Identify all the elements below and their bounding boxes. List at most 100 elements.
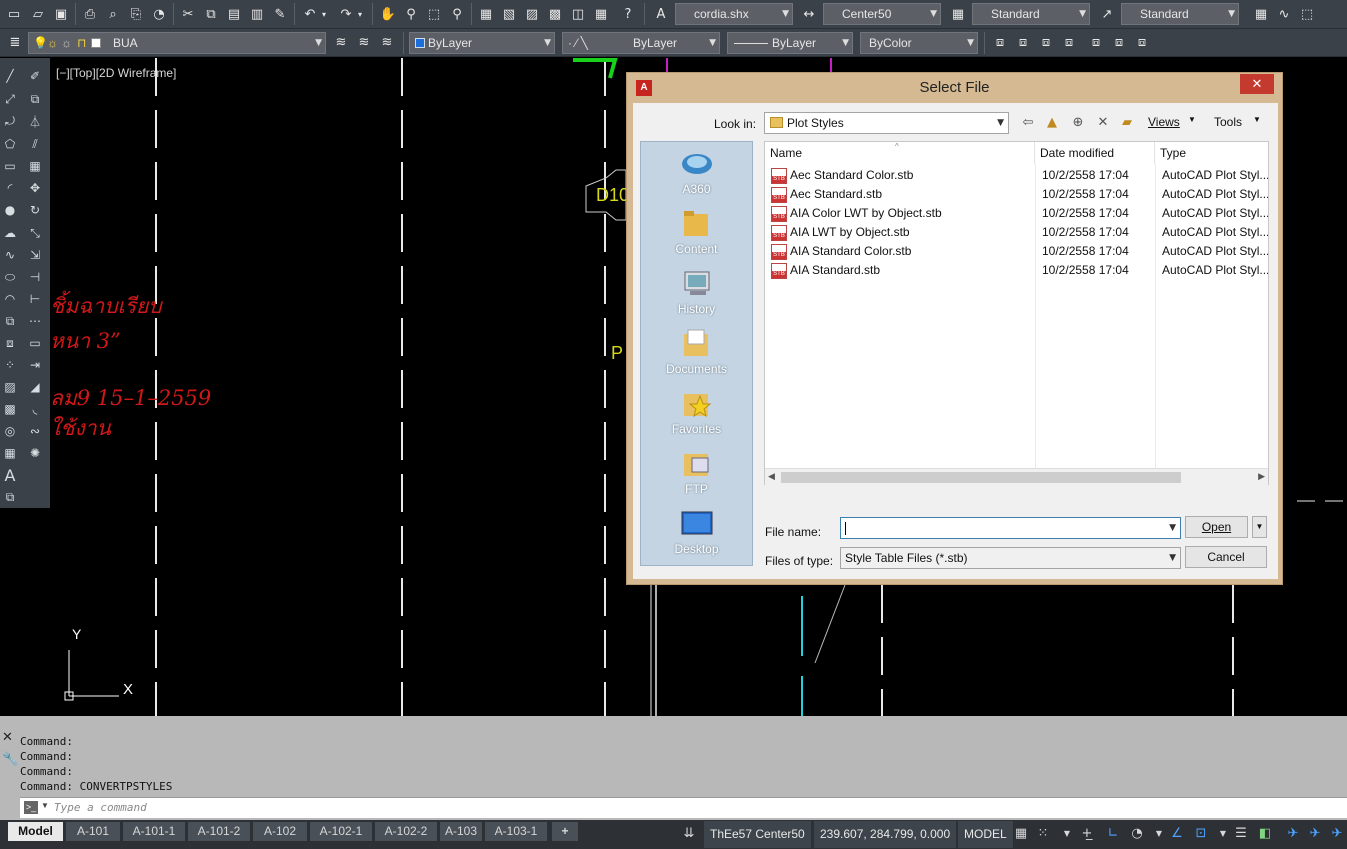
column-header-date[interactable]: Date modified [1035, 142, 1155, 164]
recent-commands-dropdown-icon[interactable]: ▼ [41, 801, 49, 810]
place-favorites[interactable]: Favorites [641, 384, 752, 442]
scrollbar-thumb[interactable] [781, 472, 1181, 483]
arc-icon[interactable]: ◜ [0, 178, 20, 198]
open-options-dropdown[interactable]: ▼ [1252, 516, 1267, 538]
copy-icon[interactable]: ⧉ [201, 4, 221, 24]
blend-curves-icon[interactable]: ∾ [25, 421, 45, 441]
spline-icon[interactable]: ∿ [0, 245, 20, 265]
layer-unisolate-icon[interactable]: ⧈ [1013, 32, 1033, 52]
plot-style-select[interactable]: ByColor ▼ [860, 32, 978, 54]
layer-off-icon[interactable]: ⧈ [1036, 32, 1056, 52]
scale-icon[interactable]: ⤡ [25, 223, 45, 243]
grid-icon[interactable]: ▦ [1012, 825, 1030, 843]
file-name-input[interactable]: ▼ [840, 517, 1181, 539]
gradient-icon[interactable]: ▩ [0, 399, 20, 419]
customize-wrench-icon[interactable]: 🔧 [2, 752, 18, 768]
zoom-realtime-icon[interactable]: ⚲ [401, 4, 421, 24]
zoom-previous-icon[interactable]: ⚲ [447, 4, 467, 24]
up-one-level-icon[interactable]: ▲ [1042, 112, 1062, 132]
offset-icon[interactable]: ⫽ [25, 134, 45, 154]
coordinates-readout[interactable]: 239.607, 284.799, 0.000 [814, 821, 957, 848]
create-folder-icon[interactable]: ▰ [1117, 112, 1137, 132]
tab-layout[interactable]: A-101-2 [188, 822, 250, 841]
back-icon[interactable]: ⇦ [1018, 112, 1038, 132]
polygon-icon[interactable]: ⬠ [0, 134, 20, 154]
break-at-point-icon[interactable]: ⋯ [25, 311, 45, 331]
make-current-layer-icon[interactable]: ≋ [331, 32, 351, 52]
scroll-right-icon[interactable]: ▶ [1258, 471, 1265, 482]
lineweight-select[interactable]: ByLayer ▼ [727, 32, 853, 54]
table-icon[interactable]: ▦ [0, 443, 20, 463]
redo-icon[interactable]: ↷ [336, 4, 356, 24]
layer-isolate-icon[interactable]: ⧈ [990, 32, 1010, 52]
search-web-icon[interactable]: ⊕ [1068, 112, 1088, 132]
construction-line-icon[interactable]: ⤢ [0, 89, 20, 109]
region-icon[interactable]: ◎ [0, 421, 20, 441]
snap-dropdown-icon[interactable]: ▼ [1058, 825, 1076, 843]
table-style-select[interactable]: Standard ▼ [972, 3, 1090, 25]
insert-block-icon[interactable]: ⧉ [0, 311, 20, 331]
add-selected-icon[interactable]: ⧉ [0, 487, 20, 507]
model-space-toggle[interactable]: MODEL [958, 821, 1013, 848]
auto-scale-icon[interactable]: ✈ [1306, 825, 1324, 843]
annotation-scale-icon[interactable]: ✈ [1328, 825, 1346, 843]
polar-dropdown-icon[interactable]: ▼ [1150, 825, 1168, 843]
lineweight-display-icon[interactable]: ☰ [1232, 825, 1250, 843]
save-icon[interactable]: ▣ [51, 4, 71, 24]
close-button[interactable]: ✕ [1240, 74, 1274, 94]
tools-menu[interactable]: Tools [1214, 115, 1242, 129]
file-row[interactable]: AIA Standard Color.stb 10/2/2558 17:04 A… [765, 242, 1268, 261]
place-desktop[interactable]: Desktop [641, 504, 752, 562]
place-content[interactable]: Content [641, 204, 752, 262]
line-icon[interactable]: ╱ [0, 66, 20, 86]
multiline-text-icon[interactable]: A [0, 465, 20, 485]
design-center-icon[interactable]: ▧ [499, 4, 519, 24]
file-row[interactable]: Aec Standard Color.stb 10/2/2558 17:04 A… [765, 166, 1268, 185]
views-menu[interactable]: Views [1148, 115, 1180, 129]
tab-layout[interactable]: A-102-1 [310, 822, 372, 841]
layer-properties-icon[interactable]: ≣ [5, 32, 25, 52]
viewport-controls-label[interactable]: [−][Top][2D Wireframe] [56, 66, 176, 80]
place-history[interactable]: History [641, 264, 752, 322]
annotation-visibility-icon[interactable]: ✈ [1284, 825, 1302, 843]
copy-object-icon[interactable]: ⧉ [25, 89, 45, 109]
tool-palettes-icon[interactable]: ▨ [522, 4, 542, 24]
annotation-scale-icon[interactable]: ∿ [1274, 4, 1294, 24]
color-select[interactable]: ByLayer ▼ [409, 32, 555, 54]
look-in-select[interactable]: Plot Styles ▼ [764, 112, 1009, 134]
help-icon[interactable]: ? [618, 4, 638, 24]
layer-lock-icon[interactable]: ⧈ [1086, 32, 1106, 52]
array-icon[interactable]: ▦ [25, 156, 45, 176]
chamfer-icon[interactable]: ◢ [25, 377, 45, 397]
text-style-select[interactable]: cordia.shx ▼ [675, 3, 793, 25]
erase-icon[interactable]: ✐ [25, 66, 45, 86]
command-prompt-icon[interactable]: >_ [24, 801, 38, 814]
file-row[interactable]: Aec Standard.stb 10/2/2558 17:04 AutoCAD… [765, 185, 1268, 204]
command-input[interactable]: >_ ▼ Type a command [20, 797, 1347, 818]
fillet-icon[interactable]: ◟ [25, 399, 45, 419]
infer-constraints-icon[interactable]: +̲ [1078, 825, 1096, 843]
rectangle-icon[interactable]: ▭ [0, 156, 20, 176]
horizontal-scrollbar[interactable]: ◀ ▶ [765, 468, 1268, 485]
tab-layout[interactable]: A-102 [253, 822, 307, 841]
3d-print-icon[interactable]: ◔ [149, 4, 169, 24]
dim-style-select[interactable]: Center50 ▼ [823, 3, 941, 25]
undo-icon[interactable]: ↶ [300, 4, 320, 24]
ellipse-icon[interactable]: ⬭ [0, 267, 20, 287]
point-icon[interactable]: ⁘ [0, 355, 20, 375]
tab-model[interactable]: Model [8, 822, 63, 841]
layer-freeze-icon[interactable]: ⧈ [1059, 32, 1079, 52]
new-file-icon[interactable]: ▭ [4, 4, 24, 24]
views-dropdown-icon[interactable]: ▼ [1188, 115, 1196, 124]
circle-icon[interactable]: ● [0, 200, 20, 220]
explode-icon[interactable]: ✺ [25, 443, 45, 463]
undo-dropdown-icon[interactable]: ▾ [318, 4, 330, 24]
polyline-icon[interactable]: ⤾ [0, 111, 20, 131]
status-menu-icon[interactable]: ⇊ [680, 825, 698, 843]
file-row[interactable]: AIA LWT by Object.stb 10/2/2558 17:04 Au… [765, 223, 1268, 242]
delete-icon[interactable]: ✕ [1093, 112, 1113, 132]
dim-style-icon[interactable]: ↔ [799, 4, 819, 24]
mirror-icon[interactable]: ⏃ [25, 111, 45, 131]
paste-icon[interactable]: ▤ [224, 4, 244, 24]
place-documents[interactable]: Documents [641, 324, 752, 382]
